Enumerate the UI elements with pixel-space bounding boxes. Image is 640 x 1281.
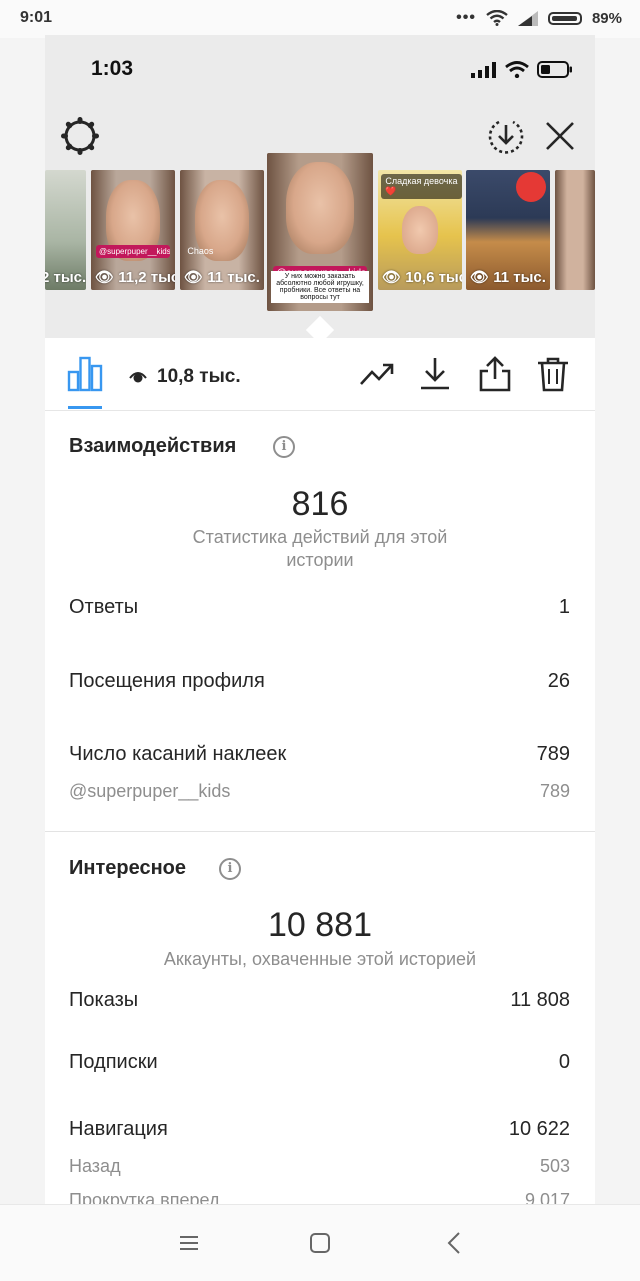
eye-icon: 👁 — [184, 269, 208, 286]
story-thumbnail[interactable] — [555, 170, 595, 290]
thumbnail-image — [555, 170, 595, 290]
info-icon[interactable]: i — [219, 858, 241, 880]
status-icons: ••• 89% — [456, 9, 622, 27]
thumbnail-views: 👁 11,2 тыс. — [95, 268, 175, 286]
story-insights-sheet: 1:03 2 тыс. @superpuper__kids 👁 11,2 ты … — [45, 35, 595, 1205]
impressions-label: Показы — [69, 989, 139, 1011]
info-icon[interactable]: i — [273, 436, 295, 458]
thumbnail-caption: Сладкая девочка ❤️ — [381, 174, 462, 199]
menu-icon[interactable] — [175, 1229, 203, 1257]
eye-icon — [129, 372, 147, 383]
thumbnail-face — [401, 206, 439, 254]
story-thumbnail[interactable]: Сладкая девочка ❤️ 👁 10,6 тыс. — [378, 170, 462, 290]
battery-percent: 89% — [591, 9, 622, 27]
emoji-sticker — [516, 172, 546, 202]
share-icon[interactable] — [477, 356, 513, 392]
interactions-title: Взаимодействия — [69, 435, 237, 457]
insights-toolbar: 10,8 тыс. — [45, 338, 595, 411]
story-thumbnail-selected[interactable]: @superpuper__kids У них можно заказать а… — [267, 153, 373, 311]
thumbnail-face — [286, 162, 354, 255]
sticker-taps-label: Число касаний наклеек — [69, 743, 287, 765]
story-preview-area: 1:03 2 тыс. @superpuper__kids 👁 11,2 ты … — [45, 35, 595, 338]
download-icon[interactable] — [417, 356, 453, 392]
profile-visits-value: 26 — [547, 670, 570, 692]
close-icon[interactable] — [543, 119, 577, 153]
story-thumbnail-strip[interactable]: 2 тыс. @superpuper__kids 👁 11,2 тыс. Cha… — [45, 153, 595, 313]
system-nav-bar — [0, 1204, 640, 1281]
thumbnail-views: 2 тыс. — [45, 269, 86, 286]
trending-icon[interactable] — [359, 356, 395, 392]
replies-value: 1 — [558, 596, 570, 618]
insights-chart-icon[interactable] — [67, 356, 103, 392]
battery-icon — [537, 61, 572, 78]
thumbnail-caption: Chaos — [187, 246, 214, 256]
follows-value: 0 — [558, 1051, 570, 1073]
battery-icon — [547, 11, 582, 25]
wifi-icon — [505, 61, 529, 78]
impressions-value: 11 808 — [510, 989, 570, 1011]
thumbnail-tag: @superpuper__kids — [96, 245, 170, 258]
status-bar: 9:01 ••• 89% — [0, 0, 640, 38]
thumbnail-views-value: 11 тыс. — [207, 269, 260, 286]
thumbnail-views: 👁 11 тыс. — [184, 268, 260, 286]
more-dots-icon: ••• — [456, 9, 476, 26]
back-value: 503 — [539, 1156, 570, 1176]
views-count: 10,8 тыс. — [157, 366, 241, 387]
signal-icon — [471, 61, 496, 78]
forward-label: Прокрутка вперед — [69, 1190, 220, 1205]
back-label: Назад — [69, 1156, 121, 1176]
follows-label: Подписки — [69, 1051, 158, 1073]
interactions-subtitle: Статистика действий для этой истории — [192, 527, 448, 570]
eye-icon: 👁 — [95, 269, 119, 286]
interactions-total: 816 — [291, 485, 349, 523]
download-circle-icon[interactable] — [487, 117, 525, 155]
story-thumbnail[interactable]: Chaos 👁 11 тыс. — [180, 170, 264, 290]
signal-icon — [517, 10, 538, 26]
profile-visits-label: Посещения профиля — [69, 670, 265, 692]
forward-value: 9 017 — [524, 1190, 570, 1205]
discovery-total: 10 881 — [268, 906, 372, 944]
eye-icon: 👁 — [470, 269, 494, 286]
inner-status-icons — [471, 61, 573, 78]
navigation-label: Навигация — [69, 1118, 168, 1140]
story-thumbnail[interactable]: 2 тыс. — [45, 170, 86, 290]
thumbnail-caption: У них можно заказать абсолютно любой игр… — [271, 271, 369, 303]
story-thumbnail[interactable]: @superpuper__kids 👁 11,2 тыс. — [91, 170, 175, 290]
mention-sticker-value: 789 — [539, 781, 570, 801]
sticker-taps-value: 789 — [536, 743, 570, 765]
thumbnail-views-value: 11 тыс. — [493, 269, 546, 286]
status-time: 9:01 — [20, 9, 53, 26]
discovery-subtitle: Аккаунты, охваченные этой историей — [163, 949, 477, 969]
story-thumbnail[interactable]: 👁 11 тыс. — [466, 170, 550, 290]
home-square-icon[interactable] — [306, 1229, 334, 1257]
thumbnail-views-value: 10,6 тыс. — [405, 269, 462, 286]
back-icon[interactable] — [441, 1229, 469, 1257]
thumbnail-views: 👁 11 тыс. — [470, 268, 546, 286]
replies-label: Ответы — [69, 596, 139, 618]
eye-icon: 👁 — [382, 269, 406, 286]
thumbnail-views-value: 11,2 тыс. — [118, 269, 175, 286]
inner-status-time: 1:03 — [91, 57, 134, 80]
discovery-title: Интересное — [69, 857, 186, 879]
section-divider — [45, 831, 595, 832]
mention-sticker-label[interactable]: @superpuper__kids — [69, 781, 230, 802]
active-tab-indicator — [68, 406, 102, 409]
trash-icon[interactable] — [535, 356, 571, 392]
wifi-icon — [486, 10, 508, 26]
thumbnail-views: 👁 10,6 тыс. — [382, 268, 462, 286]
navigation-value: 10 622 — [508, 1118, 570, 1140]
settings-icon[interactable] — [61, 117, 99, 155]
